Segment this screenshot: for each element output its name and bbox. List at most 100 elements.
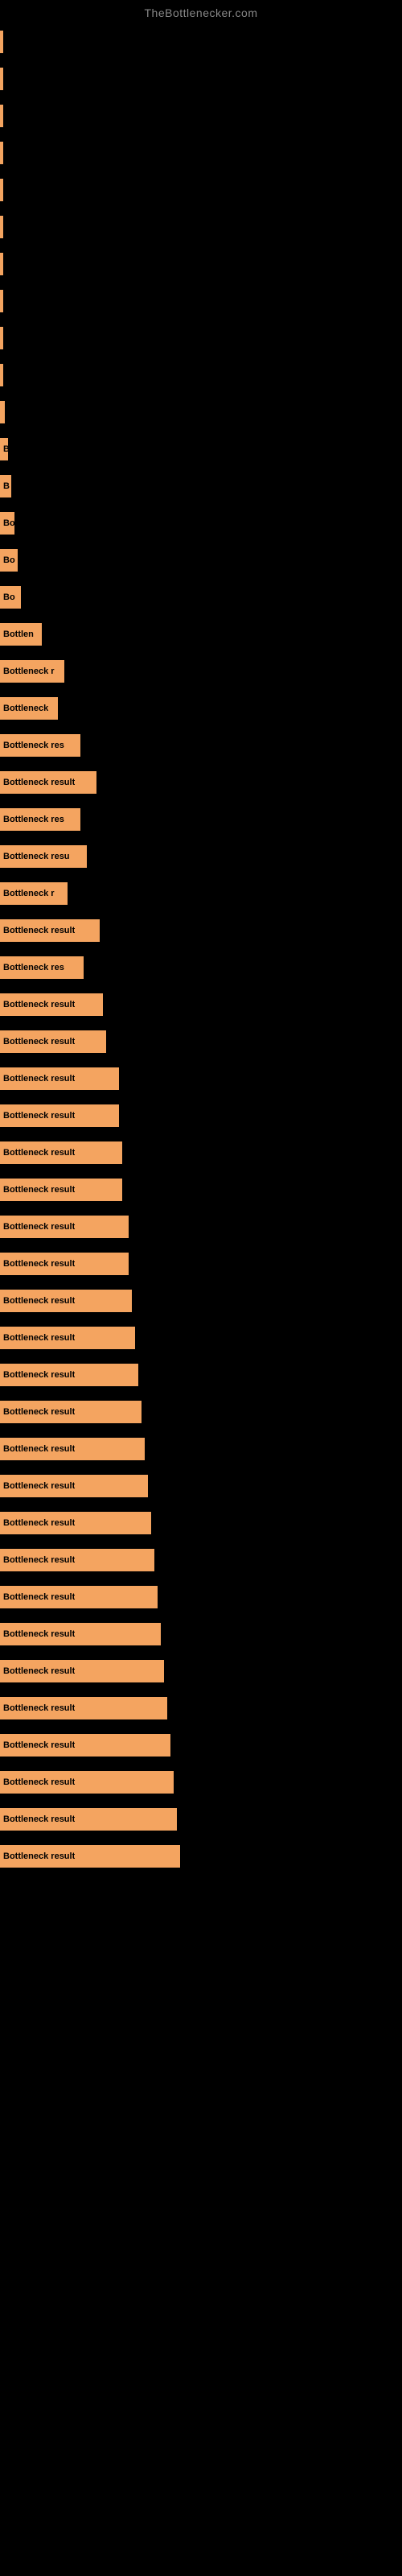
bar-29: Bottleneck result — [0, 1104, 119, 1127]
bar-row-30: Bottleneck result — [0, 1135, 402, 1170]
bar-42: Bottleneck result — [0, 1586, 158, 1608]
bar-row-4 — [0, 172, 402, 208]
bar-label-34: Bottleneck result — [3, 1296, 75, 1306]
bar-label-44: Bottleneck result — [3, 1666, 75, 1676]
bar-row-29: Bottleneck result — [0, 1098, 402, 1133]
bar-label-46: Bottleneck result — [3, 1740, 75, 1750]
bar-21: Bottleneck res — [0, 808, 80, 831]
bar-0 — [0, 31, 3, 53]
bar-label-47: Bottleneck result — [3, 1777, 75, 1787]
bar-20: Bottleneck result — [0, 771, 96, 794]
bar-row-36: Bottleneck result — [0, 1357, 402, 1393]
bar-row-15: Bo — [0, 580, 402, 615]
bar-label-19: Bottleneck res — [3, 741, 64, 750]
bar-row-1 — [0, 61, 402, 97]
bar-label-36: Bottleneck result — [3, 1370, 75, 1380]
bar-45: Bottleneck result — [0, 1697, 167, 1719]
bar-47: Bottleneck result — [0, 1771, 174, 1794]
bar-row-18: Bottleneck — [0, 691, 402, 726]
bar-label-18: Bottleneck — [3, 704, 48, 713]
bar-row-34: Bottleneck result — [0, 1283, 402, 1319]
bar-37: Bottleneck result — [0, 1401, 142, 1423]
bar-row-2 — [0, 98, 402, 134]
bar-row-41: Bottleneck result — [0, 1542, 402, 1578]
bar-label-14: Bo — [3, 555, 15, 565]
bar-row-33: Bottleneck result — [0, 1246, 402, 1282]
bar-label-40: Bottleneck result — [3, 1518, 75, 1528]
bar-11: B — [0, 438, 8, 460]
bar-row-23: Bottleneck r — [0, 876, 402, 911]
bar-3 — [0, 142, 3, 164]
bar-13: Bo — [0, 512, 14, 535]
bar-40: Bottleneck result — [0, 1512, 151, 1534]
bar-8 — [0, 327, 3, 349]
bar-label-17: Bottleneck r — [3, 667, 55, 676]
bar-row-46: Bottleneck result — [0, 1728, 402, 1763]
bar-row-39: Bottleneck result — [0, 1468, 402, 1504]
bar-49: Bottleneck result — [0, 1845, 180, 1868]
bars-container: B B Bo Bo Bo Bottlen Bottleneck r Bottleneck Bot… — [0, 24, 402, 1874]
bar-row-43: Bottleneck result — [0, 1616, 402, 1652]
bar-34: Bottleneck result — [0, 1290, 132, 1312]
bar-row-44: Bottleneck result — [0, 1653, 402, 1689]
bar-label-49: Bottleneck result — [3, 1852, 75, 1861]
bar-row-21: Bottleneck res — [0, 802, 402, 837]
bar-30: Bottleneck result — [0, 1141, 122, 1164]
bar-label-24: Bottleneck result — [3, 926, 75, 935]
bar-row-40: Bottleneck result — [0, 1505, 402, 1541]
bar-row-0 — [0, 24, 402, 60]
bar-18: Bottleneck — [0, 697, 58, 720]
bar-6 — [0, 253, 3, 275]
bar-row-38: Bottleneck result — [0, 1431, 402, 1467]
bar-2 — [0, 105, 3, 127]
bar-row-13: Bo — [0, 506, 402, 541]
bar-label-20: Bottleneck result — [3, 778, 75, 787]
bar-row-32: Bottleneck result — [0, 1209, 402, 1245]
bar-1 — [0, 68, 3, 90]
bar-38: Bottleneck result — [0, 1438, 145, 1460]
bar-46: Bottleneck result — [0, 1734, 170, 1757]
bar-row-31: Bottleneck result — [0, 1172, 402, 1208]
bar-row-16: Bottlen — [0, 617, 402, 652]
bar-row-27: Bottleneck result — [0, 1024, 402, 1059]
bar-row-48: Bottleneck result — [0, 1802, 402, 1837]
bar-12: B — [0, 475, 11, 497]
bar-row-3 — [0, 135, 402, 171]
bar-row-22: Bottleneck resu — [0, 839, 402, 874]
bar-41: Bottleneck result — [0, 1549, 154, 1571]
bar-35: Bottleneck result — [0, 1327, 135, 1349]
bar-label-27: Bottleneck result — [3, 1037, 75, 1046]
bar-label-35: Bottleneck result — [3, 1333, 75, 1343]
bar-row-7 — [0, 283, 402, 319]
bar-row-35: Bottleneck result — [0, 1320, 402, 1356]
bar-43: Bottleneck result — [0, 1623, 161, 1645]
bar-label-29: Bottleneck result — [3, 1111, 75, 1121]
bar-5 — [0, 216, 3, 238]
bar-14: Bo — [0, 549, 18, 572]
bar-row-5 — [0, 209, 402, 245]
bar-label-48: Bottleneck result — [3, 1814, 75, 1824]
bar-32: Bottleneck result — [0, 1216, 129, 1238]
bar-15: Bo — [0, 586, 21, 609]
bar-label-39: Bottleneck result — [3, 1481, 75, 1491]
bar-23: Bottleneck r — [0, 882, 68, 905]
bar-19: Bottleneck res — [0, 734, 80, 757]
bar-22: Bottleneck resu — [0, 845, 87, 868]
bar-label-22: Bottleneck resu — [3, 852, 70, 861]
bar-label-12: B — [3, 481, 10, 491]
bar-label-23: Bottleneck r — [3, 889, 55, 898]
bar-4 — [0, 179, 3, 201]
bar-33: Bottleneck result — [0, 1253, 129, 1275]
bar-17: Bottleneck r — [0, 660, 64, 683]
bar-row-49: Bottleneck result — [0, 1839, 402, 1874]
bar-28: Bottleneck result — [0, 1067, 119, 1090]
bar-row-42: Bottleneck result — [0, 1579, 402, 1615]
bar-label-13: Bo — [3, 518, 14, 528]
bar-row-14: Bo — [0, 543, 402, 578]
bar-row-28: Bottleneck result — [0, 1061, 402, 1096]
bar-9 — [0, 364, 3, 386]
bar-row-26: Bottleneck result — [0, 987, 402, 1022]
bar-row-37: Bottleneck result — [0, 1394, 402, 1430]
bar-10 — [0, 401, 5, 423]
bar-row-9 — [0, 357, 402, 393]
